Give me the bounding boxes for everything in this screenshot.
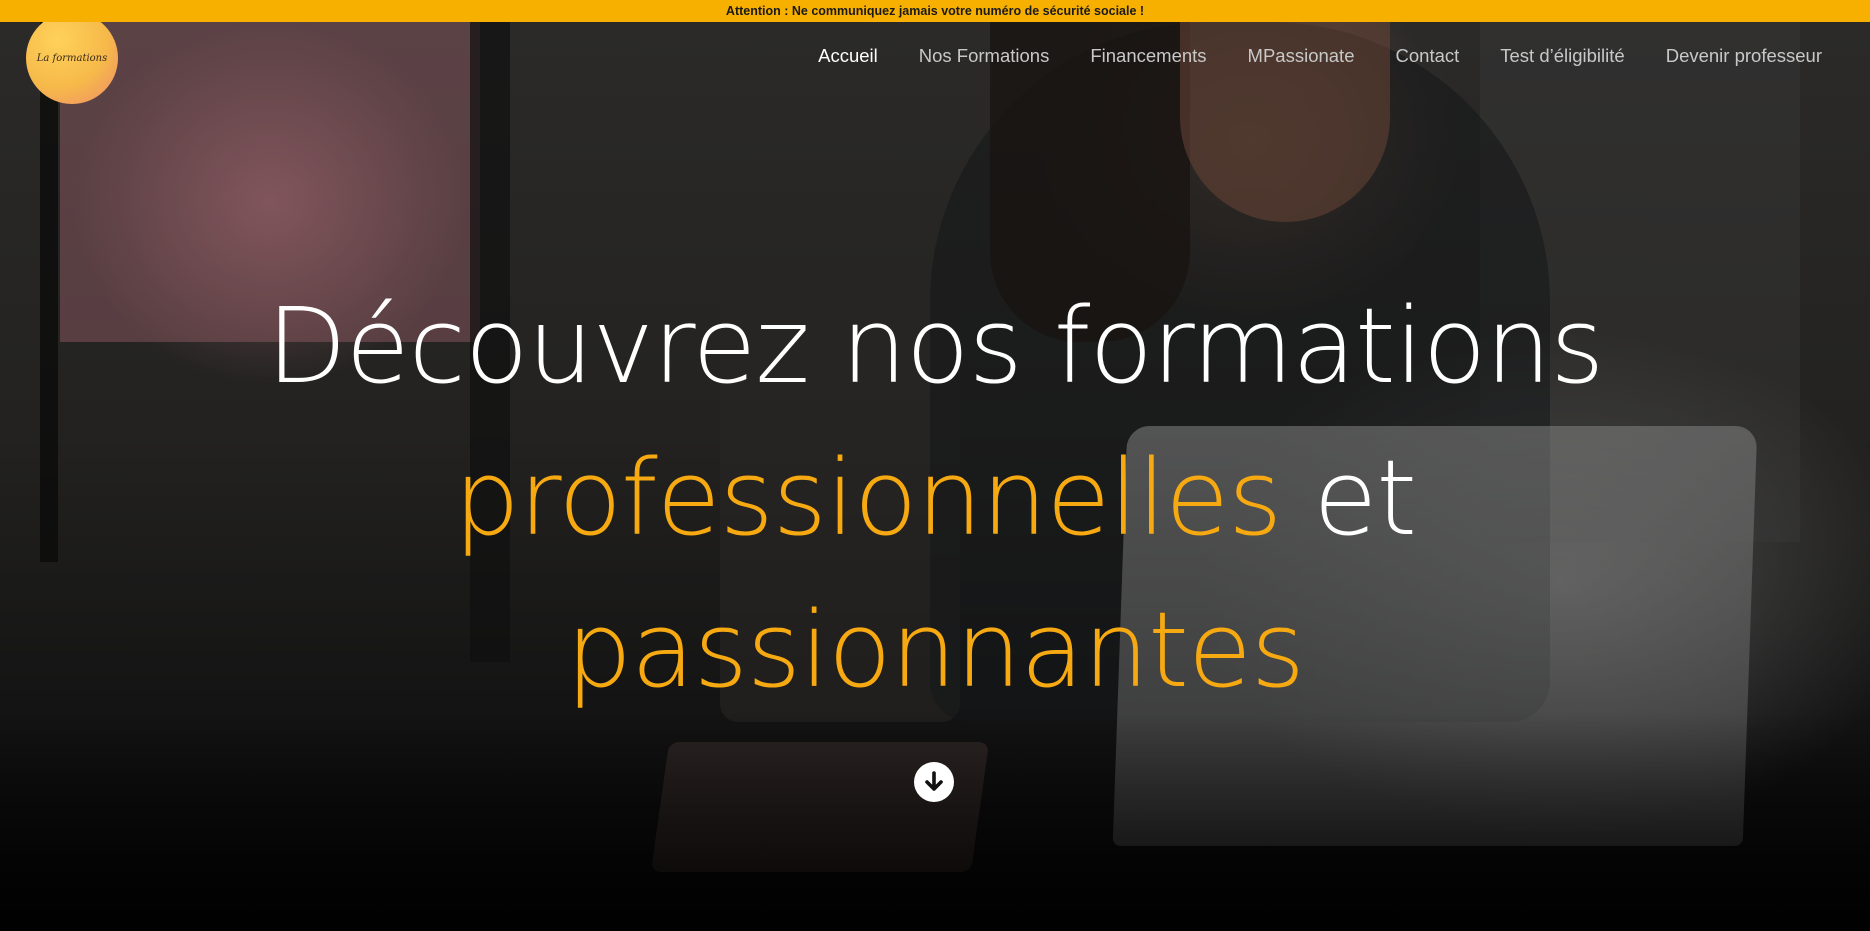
headline-line-3: passionnantes — [0, 574, 1870, 726]
nav-item-test-eligibilite[interactable]: Test d’éligibilité — [1500, 45, 1624, 67]
headline-text: Découvrez nos formations — [266, 285, 1605, 407]
arrow-down-icon — [925, 771, 943, 791]
nav-item-nos-formations[interactable]: Nos Formations — [919, 45, 1050, 67]
background-photo-shape — [0, 712, 1870, 931]
nav-item-contact[interactable]: Contact — [1396, 45, 1460, 67]
logo-text: La formations — [36, 52, 108, 64]
nav-item-devenir-professeur[interactable]: Devenir professeur — [1666, 45, 1822, 67]
alert-text: Attention : Ne communiquez jamais votre … — [725, 4, 1145, 18]
headline-highlight: professionnelles — [453, 437, 1282, 559]
main-navigation: Accueil Nos Formations Financements MPas… — [777, 45, 1822, 67]
alert-banner: Attention : Ne communiquez jamais votre … — [0, 0, 1870, 22]
nav-item-accueil[interactable]: Accueil — [818, 45, 878, 67]
scroll-down-button[interactable] — [914, 762, 954, 802]
headline-line-2: professionnelles et — [0, 422, 1870, 574]
hero-headline: Découvrez nos formations professionnelle… — [0, 270, 1870, 726]
headline-text: et — [1281, 437, 1417, 559]
site-logo[interactable]: La formations — [26, 12, 118, 104]
headline-highlight: passionnantes — [565, 589, 1305, 711]
nav-item-financements[interactable]: Financements — [1090, 45, 1206, 67]
nav-item-mpassionate[interactable]: MPassionate — [1248, 45, 1355, 67]
headline-line-1: Découvrez nos formations — [0, 270, 1870, 422]
